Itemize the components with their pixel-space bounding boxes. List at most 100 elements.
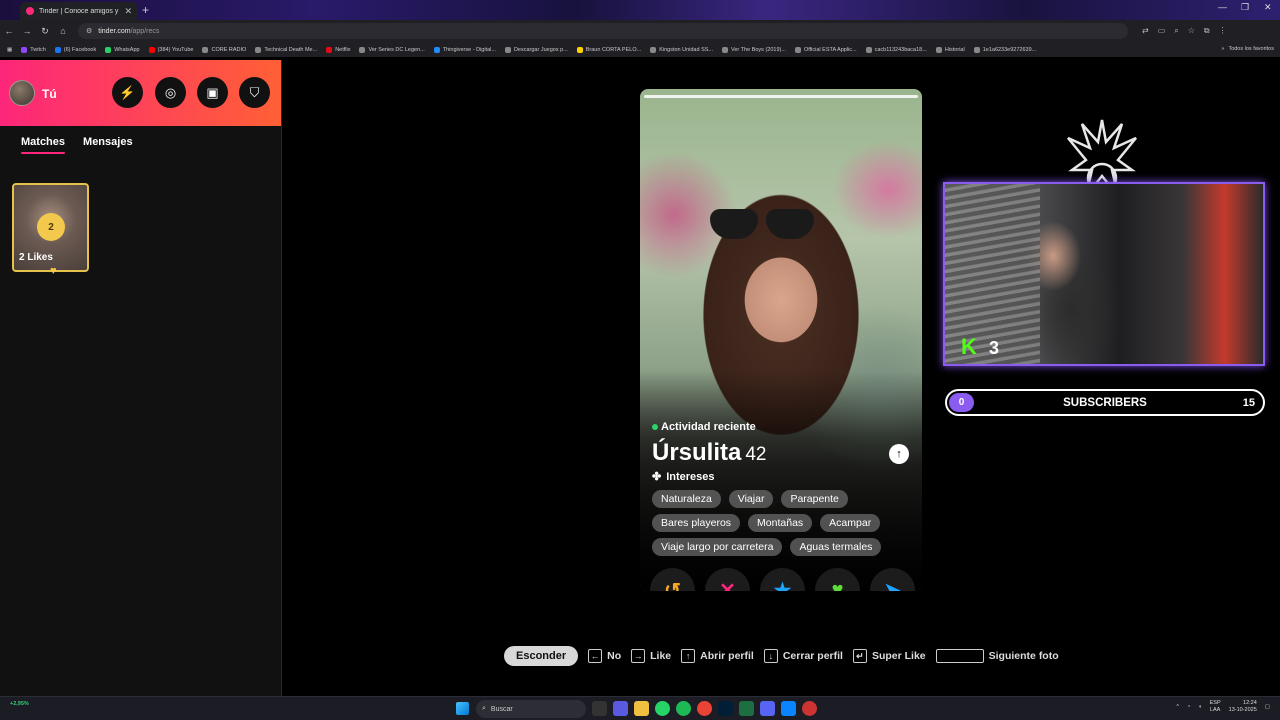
avatar[interactable] — [9, 80, 35, 106]
safety-button[interactable]: ⛉ — [239, 77, 270, 108]
interest-chip: Viaje largo por carretera — [652, 538, 783, 556]
bookmark-historial[interactable]: Historial — [935, 46, 965, 53]
likes-count-badge: 2 — [37, 213, 65, 241]
heart-icon: ♥ — [831, 579, 844, 591]
bookmark-thingiverse[interactable]: Thingiverse - Digital... — [433, 46, 496, 53]
bookmark-esta[interactable]: Official ESTA Applic... — [794, 46, 857, 53]
menu-icon[interactable]: ⋮ — [1219, 26, 1227, 36]
url-field[interactable]: ⚙ tinder.com/app/recs — [78, 23, 1128, 39]
bookmark-youtube[interactable]: (384) YouTube — [148, 46, 193, 53]
send-button[interactable]: ➤ — [870, 568, 915, 591]
keyboard-hints: Esconder ← No → Like ↑ Abrir perfil ↓ Cerrar… — [504, 646, 1059, 666]
gold-heart-icon: ♥ — [50, 265, 57, 277]
window-close-icon[interactable]: ✕ — [1264, 2, 1272, 13]
maximize-icon[interactable]: ❐ — [1241, 2, 1249, 13]
start-button[interactable] — [456, 702, 469, 715]
extensions-icon[interactable]: ⧉ — [1204, 26, 1210, 36]
bookmark-1e1a[interactable]: 1e1a6233e9272639... — [973, 46, 1036, 53]
super-like-button[interactable]: ★ — [760, 568, 805, 591]
bookmark-cacb[interactable]: cacb113243baca18... — [865, 46, 927, 53]
tab-matches[interactable]: Matches — [21, 136, 66, 154]
bookmark-series-dc[interactable]: Ver Series DC Legen... — [359, 46, 425, 53]
photoshop-icon[interactable] — [718, 701, 733, 716]
chrome-icon[interactable] — [697, 701, 712, 716]
site-info-icon[interactable]: ⚙ — [86, 27, 92, 35]
arrow-down-key-icon: ↓ — [763, 649, 778, 663]
tab-messages[interactable]: Mensajes — [83, 136, 133, 148]
bookmark-facebook[interactable]: (6) Facebook — [54, 46, 96, 53]
interest-chip: Viajar — [728, 490, 774, 508]
teams-icon[interactable] — [613, 701, 628, 716]
webcam-background — [945, 184, 1040, 364]
minimize-icon[interactable]: — — [1218, 2, 1227, 12]
bookmark-kingston[interactable]: Kingston Unidad SS... — [650, 46, 713, 53]
wifi-icon[interactable]: ◔ — [1187, 704, 1190, 710]
spotify-icon[interactable] — [676, 701, 691, 716]
browser-tab[interactable]: Tinder | Conoce amigos y gen ✕ — [20, 2, 138, 20]
webcam-feed: K 3 — [943, 182, 1265, 366]
sunglasses-shape — [710, 209, 814, 239]
likes-card[interactable]: 2 2 Likes ♥ — [12, 183, 89, 277]
obs-icon[interactable] — [802, 701, 817, 716]
bookmark-netflix[interactable]: Netflix — [326, 46, 350, 53]
bookmark-technical-death[interactable]: Technical Death Me... — [255, 46, 317, 53]
bookmark-core-radio[interactable]: CORE RADIO — [202, 46, 246, 53]
close-tab-icon[interactable]: ✕ — [124, 6, 132, 17]
tray-expand-icon[interactable]: ^ — [1176, 704, 1179, 710]
like-button[interactable]: ♥ — [815, 568, 860, 591]
apps-icon[interactable]: ▦ — [7, 47, 12, 53]
bookmark-juegos[interactable]: Descargar Juegos p... — [504, 46, 568, 53]
clock[interactable]: 12:24 13-10-2025 — [1229, 700, 1257, 714]
explore-button[interactable]: ◎ — [155, 77, 186, 108]
lightning-icon: ⚡ — [119, 84, 136, 100]
whatsapp-icon[interactable] — [655, 701, 670, 716]
rewind-button[interactable]: ↺ — [650, 568, 695, 591]
open-profile-button[interactable]: ↑ — [889, 444, 909, 464]
nope-button[interactable]: ✕ — [705, 568, 750, 591]
tab-title: Tinder | Conoce amigos y gen — [39, 7, 119, 15]
translate-icon[interactable]: ⇄ — [1142, 26, 1149, 36]
task-view-icon[interactable] — [592, 701, 607, 716]
bookmarks-more-icon[interactable]: » — [1221, 46, 1224, 52]
subscriber-goal-bar: 0 SUBSCRIBERS 15 — [945, 389, 1265, 416]
subscriber-goal: 15 — [1242, 397, 1255, 409]
excel-icon[interactable] — [739, 701, 754, 716]
forward-icon[interactable]: → — [18, 26, 36, 36]
cast-icon[interactable]: ▭ — [1158, 26, 1166, 36]
edge-icon[interactable] — [781, 701, 796, 716]
reload-icon[interactable]: ↻ — [36, 26, 54, 37]
enter-key-icon: ↵ — [852, 649, 867, 663]
sidebar-header: Tú ⚡ ◎ ▣ ⛉ — [0, 60, 281, 126]
notifications-icon[interactable]: ▢ — [1265, 704, 1270, 710]
name-text: Úrsulita — [652, 439, 742, 466]
taskbar-search[interactable]: ⌕ Buscar — [476, 700, 586, 718]
bookmarks-bar: ▦ Twitch (6) Facebook WhatsApp (384) You… — [0, 42, 1280, 57]
shield-icon: ⛉ — [249, 84, 260, 100]
bookmark-star-icon[interactable]: ☆ — [1188, 26, 1195, 36]
new-tab-button[interactable]: + — [142, 3, 149, 17]
hide-hints-button[interactable]: Esconder — [504, 646, 579, 666]
bookmark-the-boys[interactable]: Ver The Boys (2019)... — [722, 46, 786, 53]
user-name[interactable]: Tú — [42, 87, 57, 101]
bookmark-braun[interactable]: Braun CORTA PELO... — [576, 46, 641, 53]
file-explorer-icon[interactable] — [634, 701, 649, 716]
interest-chip: Parapente — [781, 490, 848, 508]
zoom-icon[interactable]: ⌕ — [1174, 26, 1178, 36]
sidebar-tabs: Matches Mensajes — [21, 136, 133, 154]
cam-counter: 3 — [989, 338, 1000, 358]
interest-chip: Montañas — [748, 514, 813, 532]
stock-widget[interactable]: +2,95% — [10, 701, 29, 708]
discord-icon[interactable] — [760, 701, 775, 716]
home-icon[interactable]: ⌂ — [54, 26, 72, 36]
volume-icon[interactable]: ◖ — [1198, 704, 1201, 710]
bookmark-whatsapp[interactable]: WhatsApp — [105, 46, 140, 53]
profile-card[interactable]: Actividad reciente Úrsulita 42 ↑ ✤ Intere… — [640, 89, 922, 591]
boost-button[interactable]: ⚡ — [112, 77, 143, 108]
back-icon[interactable]: ← — [0, 26, 18, 36]
bookmark-twitch[interactable]: Twitch — [21, 46, 46, 53]
all-bookmarks-folder[interactable]: Todos los favoritos — [1228, 46, 1274, 52]
subscriber-label: SUBSCRIBERS — [1063, 397, 1147, 409]
language-indicator[interactable]: ESP LAA — [1210, 700, 1221, 714]
passport-button[interactable]: ▣ — [197, 77, 228, 108]
url-host: tinder.com — [98, 27, 131, 35]
